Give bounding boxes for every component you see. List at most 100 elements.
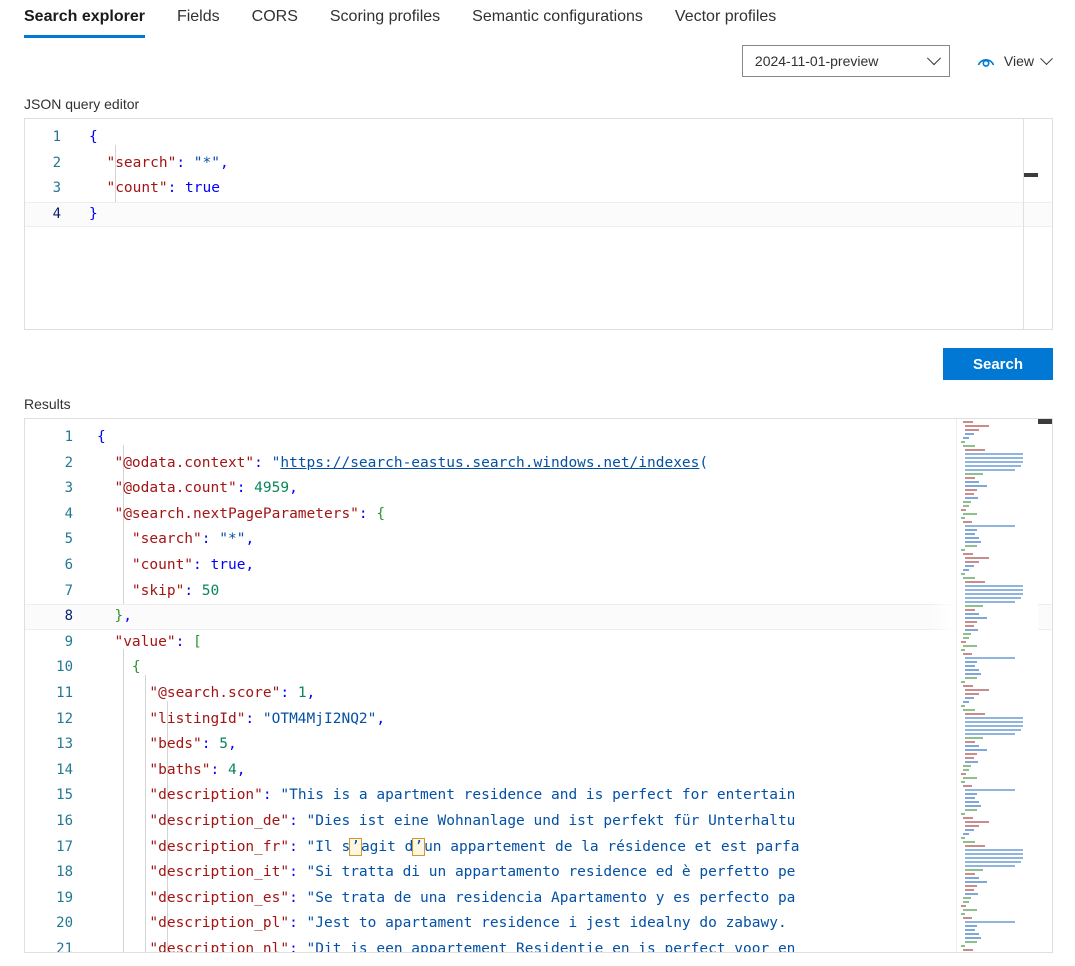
minimap-line [965, 893, 978, 895]
token-plain [97, 634, 114, 650]
tab-semantic-configurations[interactable]: Semantic configurations [456, 0, 659, 38]
minimap-line [965, 565, 974, 567]
minimap-line [963, 841, 975, 843]
code-line[interactable]: 3 "count": true [25, 176, 1052, 202]
token-key: "listingId" [149, 711, 245, 727]
minimap-line [965, 929, 975, 931]
tab-vector-profiles[interactable]: Vector profiles [659, 0, 792, 38]
token-punct: , [237, 762, 246, 778]
token-plain [97, 455, 114, 471]
minimap-line [965, 497, 978, 499]
token-plain [298, 839, 307, 855]
minimap-line [963, 917, 972, 919]
code-content: "listingId": "OTM4MjI2NQ2", [95, 707, 1052, 733]
tab-active-indicator [24, 35, 145, 38]
line-number: 2 [25, 451, 95, 477]
minimap-line [965, 761, 978, 763]
token-punct: : [202, 736, 211, 752]
scrollbar-thumb[interactable] [1024, 173, 1038, 177]
token-key: "description_de" [149, 813, 289, 829]
code-line[interactable]: 2 "search": "*", [25, 151, 1052, 177]
minimap-line [965, 541, 981, 543]
code-line[interactable]: 15 "description": "This is a apartment r… [25, 783, 1052, 809]
code-line[interactable]: 19 "description_es": "Se trata de una re… [25, 886, 1052, 912]
minimap-line [965, 477, 975, 479]
results-editor-scrollbar[interactable] [1038, 419, 1052, 952]
line-number: 3 [25, 476, 95, 502]
code-line[interactable]: 16 "description_de": "Dies ist eine Wohn… [25, 809, 1052, 835]
tab-fields[interactable]: Fields [161, 0, 236, 38]
minimap-line [965, 789, 1015, 791]
search-button[interactable]: Search [943, 348, 1053, 380]
token-plain [202, 557, 211, 573]
code-content: "description_fr": "Il s’agit d’un appart… [95, 835, 1052, 861]
code-line[interactable]: 1{ [25, 425, 1052, 451]
minimap-line [965, 605, 983, 607]
token-plain [97, 557, 132, 573]
line-number: 20 [25, 911, 95, 937]
minimap-line [965, 525, 1015, 527]
token-punct: : [289, 813, 298, 829]
api-version-dropdown[interactable]: 2024-11-01-preview [742, 45, 950, 77]
token-key: "skip" [132, 583, 184, 599]
code-line[interactable]: 18 "description_it": "Si tratta di un ap… [25, 860, 1052, 886]
token-plain [289, 685, 298, 701]
line-number: 18 [25, 860, 95, 886]
code-line[interactable]: 5 "search": "*", [25, 527, 1052, 553]
code-line[interactable]: 21 "description_nl": "Dit is een apparte… [25, 937, 1052, 953]
editor-minimap[interactable] [956, 419, 1038, 952]
query-editor-scrollbar[interactable] [1024, 119, 1038, 329]
view-button[interactable]: View [976, 45, 1051, 77]
token-punct: : [289, 839, 298, 855]
minimap-line [965, 865, 1015, 867]
json-query-editor[interactable]: 1{2 "search": "*",3 "count": true4} [24, 118, 1053, 330]
token-link[interactable]: https://search-eastus.search.windows.net… [280, 455, 699, 471]
line-number: 4 [25, 202, 87, 228]
minimap-line [963, 769, 969, 771]
token-plain [184, 634, 193, 650]
results-editor[interactable]: 1{2 "@odata.context": "https://search-ea… [24, 418, 1053, 953]
minimap-line [965, 829, 974, 831]
token-num: 50 [202, 583, 219, 599]
minimap-line [965, 673, 981, 675]
token-brace: { [132, 659, 141, 675]
tab-cors[interactable]: CORS [236, 0, 314, 38]
code-line[interactable]: 11 "@search.score": 1, [25, 681, 1052, 707]
token-plain [298, 941, 307, 953]
code-line[interactable]: 12 "listingId": "OTM4MjI2NQ2", [25, 707, 1052, 733]
tab-search-explorer[interactable]: Search explorer [24, 0, 161, 38]
code-line[interactable]: 8 }, [25, 604, 1052, 630]
code-line[interactable]: 9 "value": [ [25, 630, 1052, 656]
code-content: "description_es": "Se trata de una resid… [95, 886, 1052, 912]
code-line[interactable]: 14 "baths": 4, [25, 758, 1052, 784]
line-number: 11 [25, 681, 95, 707]
line-number: 13 [25, 732, 95, 758]
code-content: "description_nl": "Dit is een appartemen… [95, 937, 1052, 953]
minimap-line [965, 825, 979, 827]
code-line[interactable]: 17 "description_fr": "Il s’agit d’un app… [25, 835, 1052, 861]
tab-scoring-profiles[interactable]: Scoring profiles [314, 0, 456, 38]
code-line[interactable]: 1{ [25, 125, 1052, 151]
code-line[interactable]: 20 "description_pl": "Jest to apartament… [25, 911, 1052, 937]
line-number: 3 [25, 176, 87, 202]
code-content: "count": true [87, 176, 1052, 202]
code-line[interactable]: 10 { [25, 655, 1052, 681]
code-line[interactable]: 4 "@search.nextPageParameters": { [25, 502, 1052, 528]
scrollbar-thumb[interactable] [1038, 419, 1052, 424]
code-line[interactable]: 4} [25, 202, 1052, 228]
minimap-line [965, 849, 1023, 851]
code-line[interactable]: 2 "@odata.context": "https://search-east… [25, 451, 1052, 477]
minimap-line [961, 573, 965, 575]
token-plain [185, 155, 194, 171]
code-line[interactable]: 13 "beds": 5, [25, 732, 1052, 758]
token-plain [89, 155, 106, 171]
token-plain [97, 890, 149, 906]
token-plain [176, 180, 185, 196]
minimap-line [965, 425, 989, 427]
token-bool: true [185, 180, 220, 196]
minimap-line [965, 561, 979, 563]
code-line[interactable]: 7 "skip": 50 [25, 579, 1052, 605]
code-line[interactable]: 3 "@odata.count": 4959, [25, 476, 1052, 502]
code-line[interactable]: 6 "count": true, [25, 553, 1052, 579]
token-punct: : [289, 941, 298, 953]
